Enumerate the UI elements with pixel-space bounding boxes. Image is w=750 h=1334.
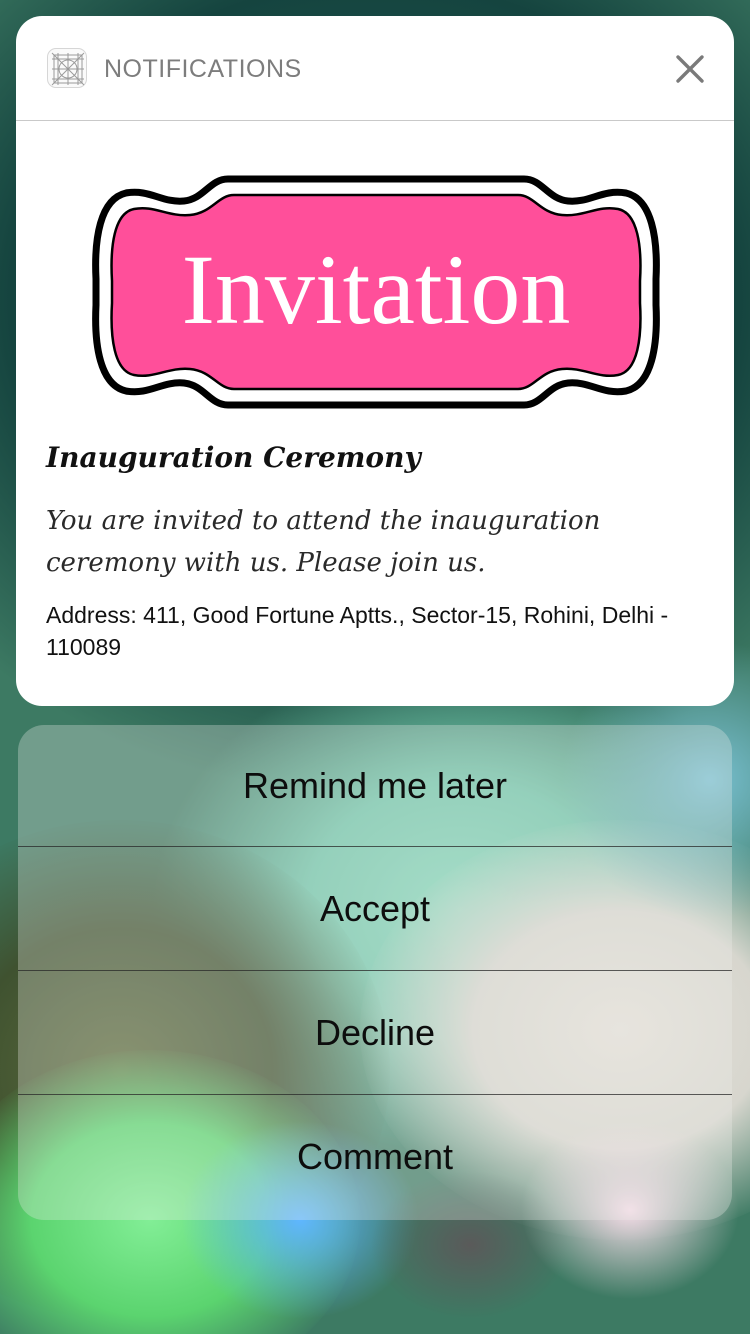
notification-card[interactable]: NOTIFICATIONS Invitation Inauguration Ce…	[16, 16, 734, 706]
comment-button[interactable]: Comment	[18, 1095, 732, 1218]
notification-title: Inauguration Ceremony	[46, 441, 421, 474]
remind-me-later-button[interactable]: Remind me later	[18, 725, 732, 847]
decline-button[interactable]: Decline	[18, 971, 732, 1095]
app-name: NOTIFICATIONS	[104, 55, 302, 83]
accept-button[interactable]: Accept	[18, 847, 732, 971]
event-address: Address: 411, Good Fortune Aptts., Secto…	[46, 602, 669, 660]
app-grid-icon	[47, 48, 87, 88]
close-icon[interactable]	[671, 50, 709, 88]
notification-message: You are invited to attend the inaugurati…	[46, 506, 601, 578]
action-sheet: Remind me later Accept Decline Comment	[18, 725, 732, 1220]
invitation-label: Invitation	[182, 234, 571, 345]
invitation-banner: Invitation	[90, 169, 662, 415]
notification-header: NOTIFICATIONS	[16, 16, 734, 121]
